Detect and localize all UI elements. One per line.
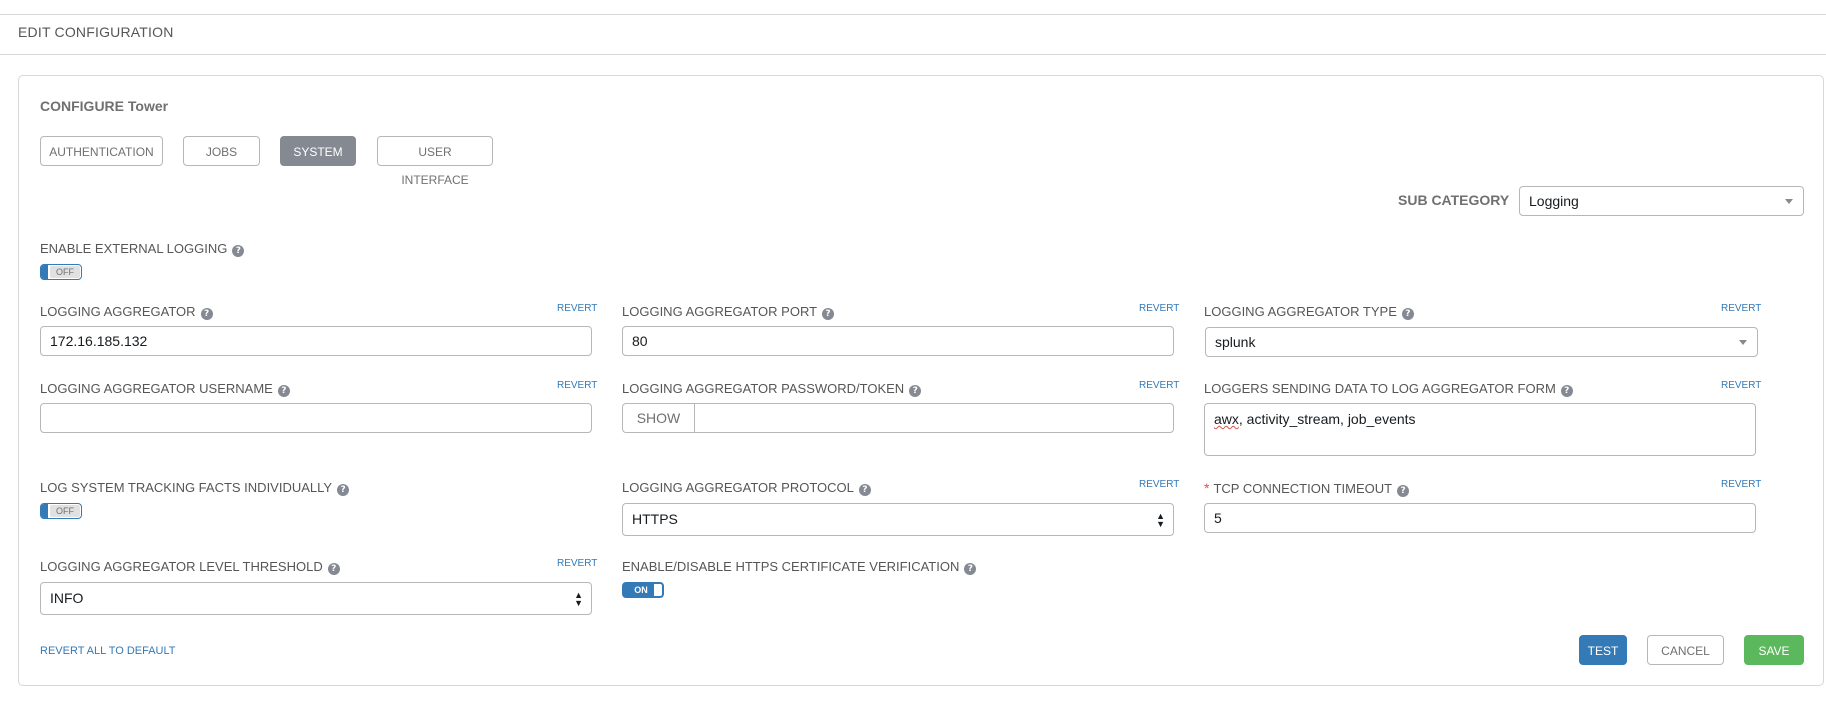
toggle-knob (41, 265, 48, 279)
page-title: EDIT CONFIGURATION (18, 24, 174, 40)
save-button[interactable]: SAVE (1744, 635, 1804, 665)
enable-external-logging-toggle[interactable]: OFF (40, 264, 82, 280)
header-divider (0, 54, 1826, 55)
logging-aggregator-port-input[interactable]: 80 (622, 326, 1174, 356)
toggle-state: OFF (50, 266, 80, 278)
tab-user-interface[interactable]: USER INTERFACE (377, 136, 493, 187)
revert-link[interactable]: REVERT (1721, 479, 1761, 490)
toggle-state: ON (634, 585, 648, 595)
up-down-arrow-icon: ▲ ▼ (574, 589, 583, 608)
help-icon[interactable]: ? (1397, 485, 1410, 497)
help-icon[interactable]: ? (822, 308, 835, 320)
help-icon[interactable]: ? (909, 385, 922, 397)
help-icon[interactable]: ? (858, 484, 871, 496)
tab-jobs[interactable]: JOBS (183, 136, 260, 166)
help-icon[interactable]: ? (964, 563, 977, 575)
logging-aggregator-label: LOGGING AGGREGATOR? (40, 304, 213, 320)
https-cert-verification-label: ENABLE/DISABLE HTTPS CERTIFICATE VERIFIC… (622, 559, 977, 575)
help-icon[interactable]: ? (1401, 308, 1414, 320)
logging-aggregator-input[interactable]: 172.16.185.132 (40, 326, 592, 356)
chevron-down-icon (1739, 340, 1747, 345)
up-down-arrow-icon: ▲ ▼ (1156, 510, 1165, 529)
log-system-tracking-facts-toggle[interactable]: OFF (40, 503, 82, 519)
show-password-button[interactable]: SHOW (622, 403, 695, 433)
toggle-state: OFF (50, 505, 80, 517)
tab-system[interactable]: SYSTEM (280, 136, 356, 166)
test-button[interactable]: TEST (1579, 635, 1627, 665)
logging-aggregator-password-input[interactable] (694, 403, 1174, 433)
revert-link[interactable]: REVERT (557, 380, 597, 391)
revert-link[interactable]: REVERT (557, 303, 597, 314)
revert-link[interactable]: REVERT (1139, 303, 1179, 314)
help-icon[interactable]: ? (200, 308, 213, 320)
chevron-down-icon (1785, 199, 1793, 204)
logging-aggregator-port-label: LOGGING AGGREGATOR PORT? (622, 304, 835, 320)
https-cert-verification-toggle[interactable]: ON (622, 582, 664, 598)
logging-aggregator-username-input[interactable] (40, 403, 592, 433)
cancel-button[interactable]: CANCEL (1647, 635, 1724, 665)
logging-aggregator-level-threshold-select[interactable]: INFO ▲ ▼ (40, 582, 592, 615)
revert-link[interactable]: REVERT (1721, 380, 1761, 391)
panel-title: CONFIGURE Tower (40, 98, 169, 114)
required-indicator: * (1204, 480, 1210, 496)
help-icon[interactable]: ? (327, 563, 340, 575)
tab-authentication[interactable]: AUTHENTICATION (40, 136, 163, 166)
loggers-sending-data-label: LOGGERS SENDING DATA TO LOG AGGREGATOR F… (1204, 381, 1573, 397)
help-icon[interactable]: ? (1560, 385, 1573, 397)
logging-aggregator-protocol-label: LOGGING AGGREGATOR PROTOCOL? (622, 480, 871, 496)
logging-aggregator-level-threshold-label: LOGGING AGGREGATOR LEVEL THRESHOLD? (40, 559, 340, 575)
revert-link[interactable]: REVERT (1139, 380, 1179, 391)
logging-aggregator-type-select[interactable]: splunk (1205, 327, 1758, 357)
help-icon[interactable]: ? (232, 245, 245, 257)
sub-category-label: SUB CATEGORY (1398, 192, 1510, 208)
help-icon[interactable]: ? (337, 484, 350, 496)
logging-aggregator-protocol-select[interactable]: HTTPS ▲ ▼ (622, 503, 1174, 536)
toggle-knob (41, 504, 48, 518)
revert-all-link[interactable]: REVERT ALL TO DEFAULT (40, 645, 176, 657)
sub-category-select[interactable]: Logging (1519, 186, 1804, 216)
revert-link[interactable]: REVERT (1721, 303, 1761, 314)
top-divider (0, 14, 1826, 15)
sub-category-value: Logging (1529, 193, 1579, 209)
tcp-connection-timeout-input[interactable]: 5 (1204, 503, 1756, 533)
logging-aggregator-username-label: LOGGING AGGREGATOR USERNAME? (40, 381, 290, 397)
revert-link[interactable]: REVERT (1139, 479, 1179, 490)
logging-aggregator-type-label: LOGGING AGGREGATOR TYPE? (1204, 304, 1414, 320)
tcp-connection-timeout-label: * TCP CONNECTION TIMEOUT? (1204, 480, 1410, 497)
enable-external-logging-label: ENABLE EXTERNAL LOGGING? (40, 241, 245, 257)
loggers-sending-data-textarea[interactable]: awx, activity_stream, job_events (1204, 403, 1756, 456)
revert-link[interactable]: REVERT (557, 558, 597, 569)
help-icon[interactable]: ? (277, 385, 290, 397)
logging-aggregator-password-label: LOGGING AGGREGATOR PASSWORD/TOKEN? (622, 381, 922, 397)
log-system-tracking-facts-label: LOG SYSTEM TRACKING FACTS INDIVIDUALLY? (40, 480, 350, 496)
